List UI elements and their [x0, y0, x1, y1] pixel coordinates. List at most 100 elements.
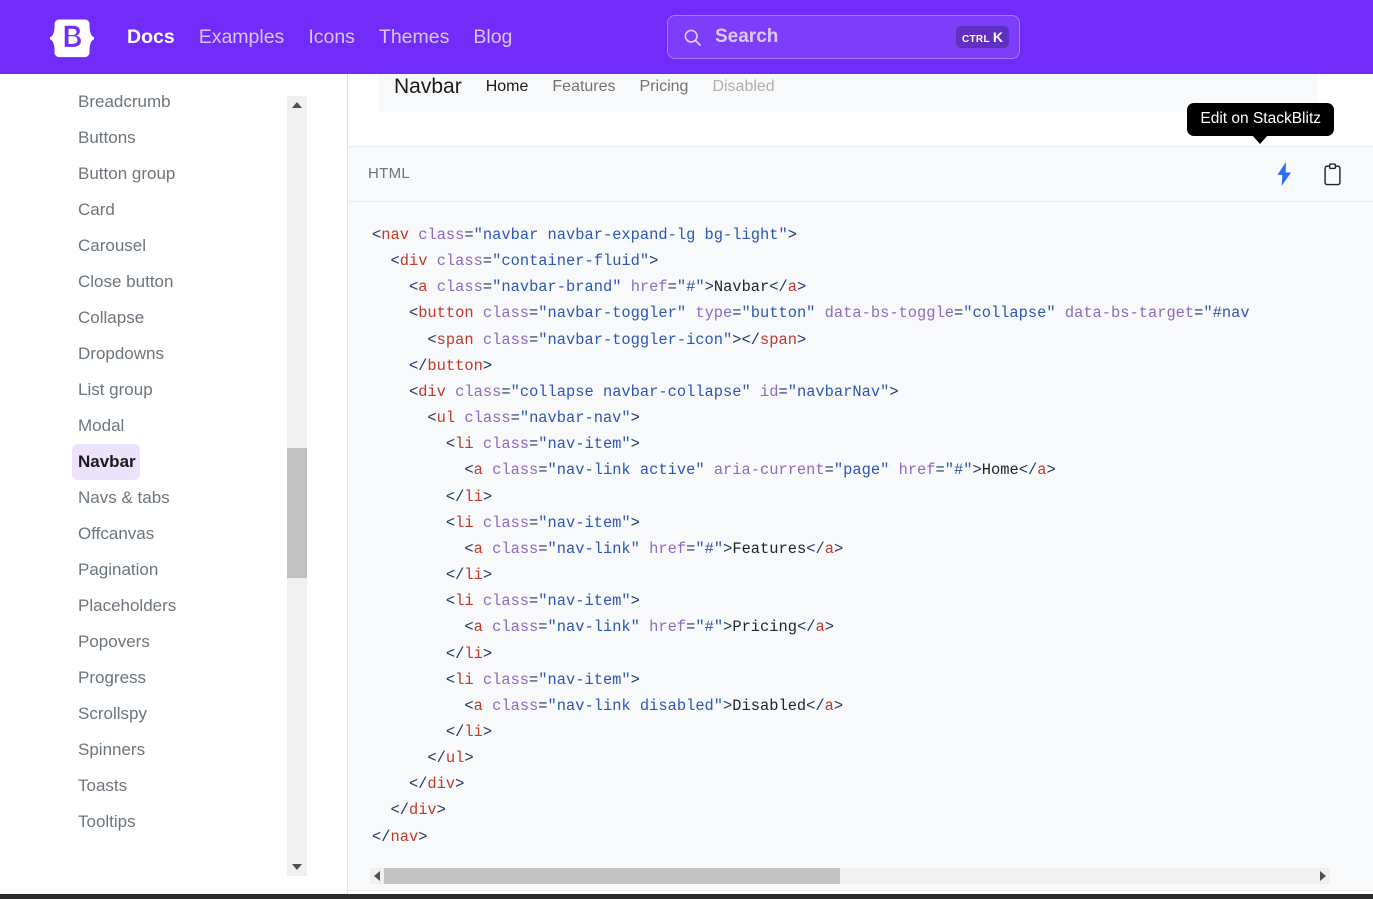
sidebar-scrollbar-thumb[interactable]	[287, 448, 307, 578]
code-token-punc: >	[418, 827, 428, 846]
code-token-attr: class	[482, 513, 530, 532]
code-token-punc	[474, 592, 483, 610]
code-token-punc: </	[796, 618, 816, 637]
code-scrollbar-thumb[interactable]	[384, 868, 840, 884]
sidebar-scrollbar[interactable]	[287, 96, 307, 876]
copy-code-button[interactable]	[1319, 159, 1345, 189]
bootstrap-logo-icon[interactable]	[50, 16, 95, 58]
code-token-punc: >	[797, 278, 807, 297]
sidebar-item-card[interactable]: Card	[0, 192, 288, 228]
sidebar-item-carousel[interactable]: Carousel	[0, 228, 288, 264]
code-token-punc: >	[787, 226, 797, 244]
sidebar-item-navbar[interactable]: Navbar	[72, 444, 140, 480]
sidebar-item-toasts[interactable]: Toasts	[0, 768, 288, 804]
code-token-punc	[474, 671, 483, 689]
code-token-punc: <	[372, 618, 474, 637]
code-token-punc: <	[372, 592, 456, 611]
code-token-tag: li	[464, 722, 483, 741]
nav-item-examples[interactable]: Examples	[187, 0, 297, 74]
code-token-val: "navbarNav"	[787, 382, 890, 401]
code-token-punc: >	[824, 618, 834, 637]
code-token-attr: href	[649, 618, 687, 637]
bottom-status-strip	[0, 894, 1373, 899]
code-token-punc: =	[686, 539, 696, 558]
code-scroll-left-button[interactable]	[370, 868, 384, 884]
code-token-punc: >	[889, 382, 899, 401]
code-token-val: "navbar-brand"	[492, 278, 622, 297]
code-token-val: "nav-link"	[547, 618, 640, 637]
sidebar-item-navs-tabs[interactable]: Navs & tabs	[0, 480, 288, 516]
code-token-punc: </	[1018, 461, 1038, 480]
sidebar-item-collapse[interactable]: Collapse	[0, 300, 288, 336]
sidebar-item-placeholders[interactable]: Placeholders	[0, 588, 288, 624]
code-token-attr: href	[649, 539, 687, 558]
code-token-punc: <	[372, 252, 400, 271]
edit-on-stackblitz-button[interactable]	[1271, 159, 1297, 189]
sidebar-item-modal[interactable]: Modal	[0, 408, 288, 444]
code-token-punc: =	[686, 618, 696, 637]
primary-nav: Docs Examples Icons Themes Blog	[115, 0, 524, 74]
code-token-punc: >	[436, 801, 446, 820]
sidebar-item-popovers[interactable]: Popovers	[0, 624, 288, 660]
sidebar-item-breadcrumb[interactable]: Breadcrumb	[0, 84, 288, 120]
code-token-tag: span	[436, 330, 474, 349]
code-token-attr: class	[492, 461, 539, 480]
code-token-attr: class	[482, 670, 530, 689]
code-token-val: "nav-link disabled"	[547, 696, 724, 715]
sidebar-item-tooltips[interactable]: Tooltips	[0, 804, 288, 840]
preview-nav-link-pricing[interactable]: Pricing	[640, 78, 689, 96]
code-token-punc: </	[372, 722, 465, 741]
code-horizontal-scrollbar[interactable]	[370, 868, 1330, 884]
code-token-val: "collapse"	[963, 304, 1056, 323]
nav-item-blog[interactable]: Blog	[461, 0, 524, 74]
code-token-punc: =	[538, 618, 548, 637]
code-token-punc: =	[529, 513, 539, 532]
code-action-buttons: Edit on StackBlitz	[1187, 103, 1345, 189]
code-token-punc: =	[529, 304, 539, 323]
sidebar-item-button-group[interactable]: Button group	[0, 156, 288, 192]
sidebar-item-pagination[interactable]: Pagination	[0, 552, 288, 588]
nav-item-docs[interactable]: Docs	[115, 0, 187, 74]
docs-sidebar: Breadcrumb Buttons Button group Card Carouse…	[0, 74, 348, 895]
sidebar-item-list-group[interactable]: List group	[0, 372, 288, 408]
sidebar-item-close-button[interactable]: Close button	[0, 264, 288, 300]
code-token-tag: ul	[436, 409, 456, 428]
preview-nav-link-features[interactable]: Features	[552, 78, 615, 96]
code-token-punc: =	[529, 330, 539, 349]
sidebar-item-scrollspy[interactable]: Scrollspy	[0, 696, 288, 732]
code-token-tag: li	[455, 435, 474, 454]
code-token-val: "nav-item"	[538, 592, 631, 611]
code-token-punc: </	[372, 566, 465, 585]
sidebar-scroll-down-button[interactable]	[287, 858, 307, 876]
preview-nav-link-home[interactable]: Home	[486, 78, 529, 96]
nav-item-themes[interactable]: Themes	[367, 0, 461, 74]
code-token-punc	[889, 461, 898, 479]
code-token-tag: li	[464, 487, 483, 506]
code-token-attr: href	[898, 461, 936, 480]
sidebar-scroll-up-button[interactable]	[287, 96, 307, 114]
code-token-punc: </	[806, 539, 825, 558]
main-content: Navbar Home Features Pricing Disabled HT…	[348, 74, 1373, 895]
code-token-punc: <	[372, 409, 437, 428]
search-input[interactable]: Search CTRL K	[667, 15, 1020, 59]
code-token-punc: >	[630, 435, 640, 454]
preview-navbar-brand[interactable]: Navbar	[394, 75, 462, 99]
code-token-val: "button"	[741, 304, 816, 323]
code-snippet-body[interactable]: <nav class="navbar navbar-expand-lg bg-l…	[348, 202, 1373, 872]
code-token-punc	[686, 304, 695, 322]
sidebar-item-offcanvas[interactable]: Offcanvas	[0, 516, 288, 552]
code-token-punc: <	[372, 304, 419, 323]
code-token-val: "#nav	[1203, 304, 1250, 323]
sidebar-item-spinners[interactable]: Spinners	[0, 732, 288, 768]
masthead: Docs Examples Icons Themes Blog Search C…	[0, 0, 1373, 74]
code-token-punc: =	[667, 278, 677, 297]
code-token-tag: li	[455, 513, 474, 532]
nav-item-icons[interactable]: Icons	[296, 0, 367, 74]
code-token-punc: =	[482, 278, 493, 297]
sidebar-item-clipped[interactable]	[0, 74, 288, 84]
sidebar-item-dropdowns[interactable]: Dropdowns	[0, 336, 288, 372]
sidebar-item-buttons[interactable]: Buttons	[0, 120, 288, 156]
sidebar-item-progress[interactable]: Progress	[0, 660, 288, 696]
code-token-punc: >	[482, 644, 493, 663]
code-scroll-right-button[interactable]	[1316, 868, 1330, 884]
